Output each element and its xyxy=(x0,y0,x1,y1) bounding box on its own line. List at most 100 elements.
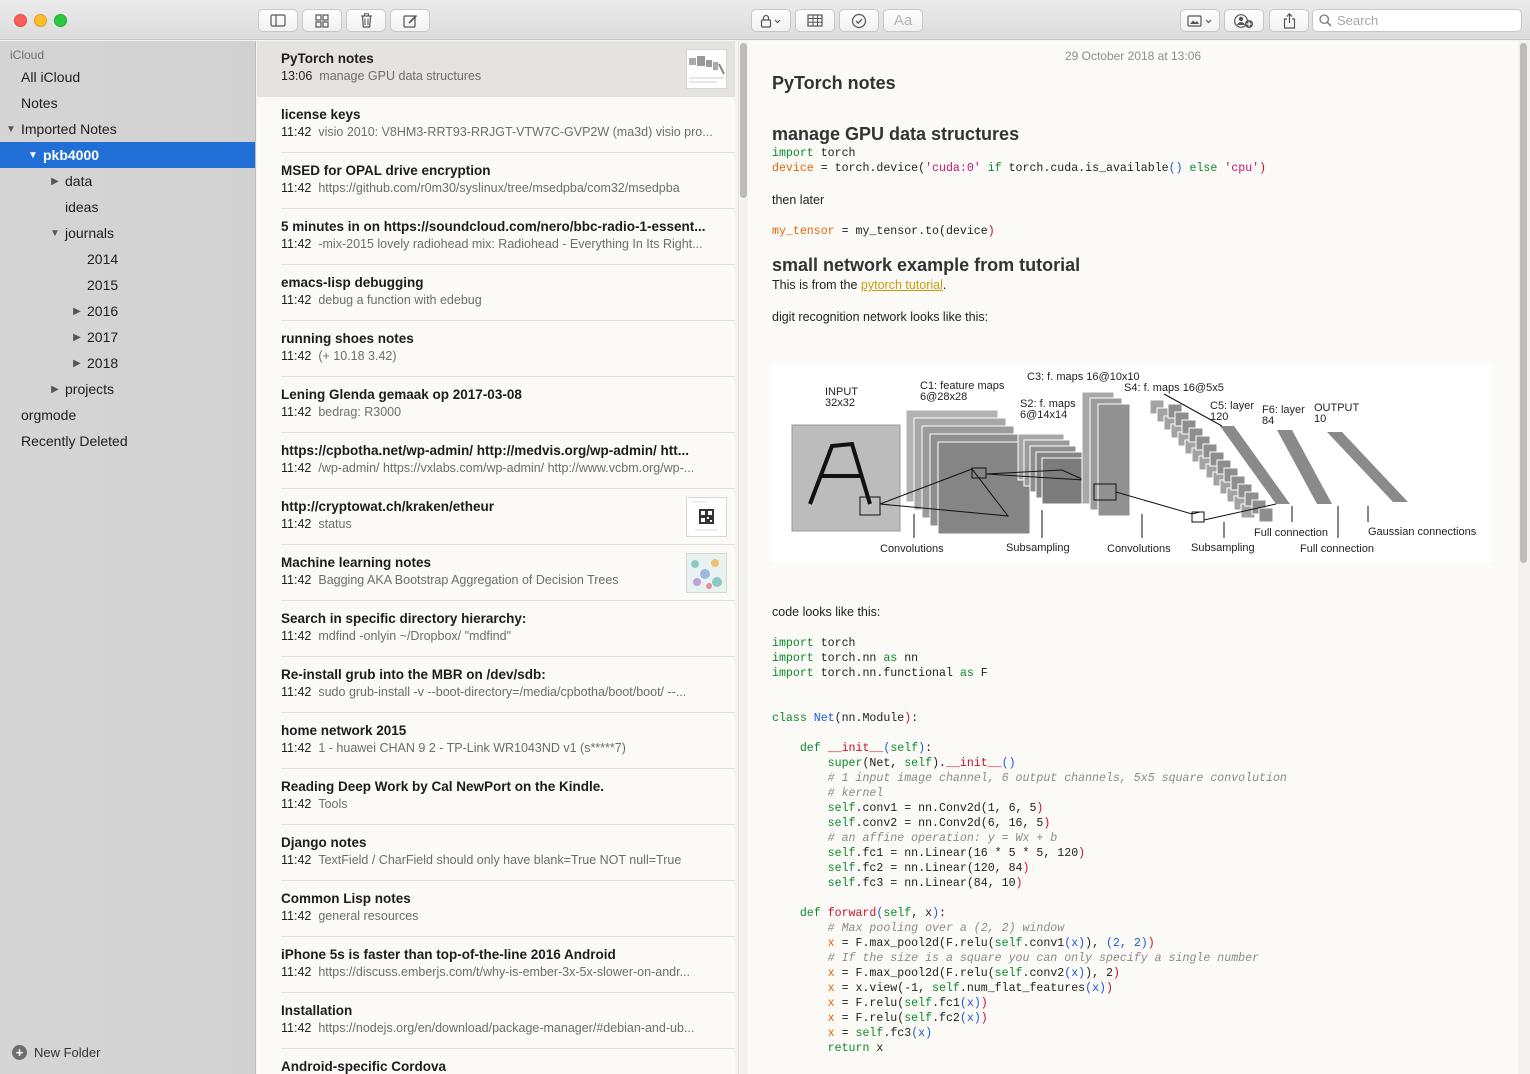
scrollbar-knob[interactable] xyxy=(1520,43,1527,563)
diagram-label: 10 xyxy=(1314,413,1326,425)
editor-scrollbar[interactable] xyxy=(1518,41,1530,1074)
note-row[interactable]: 5 minutes in on https://soundcloud.com/n… xyxy=(257,209,735,265)
compose-note-button[interactable] xyxy=(390,9,430,32)
note-row[interactable]: https://cpbotha.net/wp-admin/ http://med… xyxy=(257,433,735,489)
note-row[interactable]: Android-specific Cordova xyxy=(257,1049,735,1074)
note-title: Re-install grub into the MBR on /dev/sdb… xyxy=(281,667,546,682)
note-subtitle: 11:42 TextField / CharField should only h… xyxy=(281,853,721,867)
sidebar-account-header: iCloud xyxy=(10,48,45,62)
sidebar-item-all-icloud[interactable]: All iCloud xyxy=(0,64,255,90)
share-button[interactable] xyxy=(1269,9,1309,32)
disclosure-down-icon[interactable]: ▼ xyxy=(27,150,39,161)
note-row[interactable]: Lening Glenda gemaak op 2017-03-08 11:42… xyxy=(257,377,735,433)
note-row[interactable]: http://cryptowat.ch/kraken/etheur 11:42 s… xyxy=(257,489,735,545)
sidebar-item-projects[interactable]: ▶ projects xyxy=(0,376,255,402)
sidebar-item-orgmode[interactable]: orgmode xyxy=(0,402,255,428)
sidebar-item-2014[interactable]: 2014 xyxy=(0,246,255,272)
note-subtitle: 11:42 Tools xyxy=(281,797,721,811)
note-snippet: bedrag: R3000 xyxy=(318,405,402,419)
add-people-button[interactable] xyxy=(1224,9,1264,32)
checklist-icon xyxy=(851,13,867,28)
note-row[interactable]: iPhone 5s is faster than top-of-the-line… xyxy=(257,937,735,993)
format-button[interactable]: Aa xyxy=(883,9,923,32)
note-row[interactable]: Reading Deep Work by Cal NewPort on the … xyxy=(257,769,735,825)
disclosure-right-icon[interactable]: ▶ xyxy=(71,332,83,343)
note-subtitle: 11:42 status xyxy=(281,517,676,531)
note-row[interactable]: MSED for OPAL drive encryption 11:42 http… xyxy=(257,153,735,209)
sidebar-item-ideas[interactable]: ideas xyxy=(0,194,255,220)
note-thumbnail xyxy=(686,553,727,593)
sidebar-item-imported-notes[interactable]: ▼ Imported Notes xyxy=(0,116,255,142)
note-snippet: manage GPU data structures xyxy=(319,69,482,83)
note-title: Android-specific Cordova xyxy=(281,1059,447,1074)
gallery-view-icon xyxy=(315,13,329,28)
note-subtitle: 11:42 1 - huawei CHAN 9 2 - TP-Link WR104… xyxy=(281,741,721,755)
sidebar-item-recently-deleted[interactable]: Recently Deleted xyxy=(0,428,255,454)
diagram-label: Convolutions xyxy=(880,543,944,555)
diagram-label: S4: f. maps 16@5x5 xyxy=(1124,382,1224,394)
sidebar-item-2016[interactable]: ▶ 2016 xyxy=(0,298,255,324)
disclosure-right-icon[interactable]: ▶ xyxy=(49,176,61,187)
disclosure-down-icon[interactable]: ▼ xyxy=(5,124,17,135)
close-window-button[interactable] xyxy=(14,14,27,27)
diagram-label: Gaussian connections xyxy=(1368,526,1477,538)
note-row[interactable]: Machine learning notes 11:42 Bagging AKA … xyxy=(257,545,735,601)
diagram-label: 6@28x28 xyxy=(920,391,967,403)
note-subtitle: 11:42 visio 2010: V8HM3-RRT93-RRJGT-VTW7C… xyxy=(281,125,721,139)
note-row[interactable]: Re-install grub into the MBR on /dev/sdb… xyxy=(257,657,735,713)
diagram-label: Full connection xyxy=(1300,543,1374,555)
gallery-view-button[interactable] xyxy=(302,9,342,32)
sidebar-item-pkb4000[interactable]: ▼ pkb4000 xyxy=(0,142,255,168)
disclosure-right-icon[interactable]: ▶ xyxy=(49,384,61,395)
minimize-window-button[interactable] xyxy=(34,14,47,27)
note-row[interactable]: home network 2015 11:42 1 - huawei CHAN 9… xyxy=(257,713,735,769)
delete-note-button[interactable] xyxy=(346,9,386,32)
scrollbar-knob[interactable] xyxy=(740,43,747,198)
sidebar-toggle-button[interactable] xyxy=(258,9,298,32)
note-row[interactable]: PyTorch notes 13:06 manage GPU data struc… xyxy=(257,41,735,97)
search-field[interactable] xyxy=(1312,9,1522,32)
disclosure-right-icon[interactable]: ▶ xyxy=(71,306,83,317)
note-row[interactable]: Django notes 11:42 TextField / CharField … xyxy=(257,825,735,881)
sidebar-item-notes[interactable]: Notes xyxy=(0,90,255,116)
sidebar-item-journals[interactable]: ▼ journals xyxy=(0,220,255,246)
note-snippet: debug a function with edebug xyxy=(318,293,482,307)
disclosure-right-icon[interactable]: ▶ xyxy=(71,358,83,369)
disclosure-down-icon[interactable]: ▼ xyxy=(49,228,61,239)
table-button[interactable] xyxy=(795,9,835,32)
search-input[interactable] xyxy=(1337,13,1507,28)
trash-icon xyxy=(360,13,372,28)
note-row[interactable]: running shoes notes 11:42 (+ 10.18 3.42) xyxy=(257,321,735,377)
notes-list-scrollbar[interactable] xyxy=(738,41,747,1074)
paragraph: then later xyxy=(772,193,825,207)
note-row[interactable]: license keys 11:42 visio 2010: V8HM3-RRT9… xyxy=(257,97,735,153)
diagram-label: 6@14x14 xyxy=(1020,409,1067,421)
code-block-gpu: import torch device = torch.device('cuda… xyxy=(772,147,1267,175)
note-row[interactable]: Installation 11:42 https://nodejs.org/en/… xyxy=(257,993,735,1049)
media-button[interactable] xyxy=(1180,9,1220,32)
paragraph: This is from the pytorch tutorial. xyxy=(772,278,947,292)
diagram-label: Subsampling xyxy=(1191,542,1255,554)
note-subtitle: 11:42/wp-admin/ https://vxlabs.com/wp-ad… xyxy=(281,461,721,475)
checklist-button[interactable] xyxy=(839,9,879,32)
sidebar-toggle-icon xyxy=(270,14,286,27)
new-folder-button[interactable]: + New Folder xyxy=(12,1045,100,1060)
notes-list: PyTorch notes 13:06 manage GPU data struc… xyxy=(257,41,735,1074)
note-snippet: 1 - huawei CHAN 9 2 - TP-Link WR1043ND v… xyxy=(318,741,626,755)
sidebar-item-2018[interactable]: ▶ 2018 xyxy=(0,350,255,376)
note-snippet: status xyxy=(318,517,352,531)
note-editor[interactable]: 29 October 2018 at 13:06 PyTorch notes m… xyxy=(748,41,1518,1074)
note-row[interactable]: Common Lisp notes 11:42 general resources xyxy=(257,881,735,937)
lock-button[interactable] xyxy=(751,9,791,32)
note-time: 11:42 xyxy=(281,349,312,363)
note-row[interactable]: Search in specific directory hierarchy: … xyxy=(257,601,735,657)
qr-code-icon xyxy=(691,501,718,531)
pytorch-tutorial-link[interactable]: pytorch tutorial xyxy=(861,278,943,292)
note-subtitle: 13:06 manage GPU data structures xyxy=(281,69,676,83)
zoom-window-button[interactable] xyxy=(54,14,67,27)
note-row[interactable]: emacs-lisp debugging 11:42 debug a functi… xyxy=(257,265,735,321)
sidebar-item-data[interactable]: ▶ data xyxy=(0,168,255,194)
sidebar-item-2017[interactable]: ▶ 2017 xyxy=(0,324,255,350)
sidebar-item-2015[interactable]: 2015 xyxy=(0,272,255,298)
note-time: 13:06 xyxy=(281,69,313,83)
